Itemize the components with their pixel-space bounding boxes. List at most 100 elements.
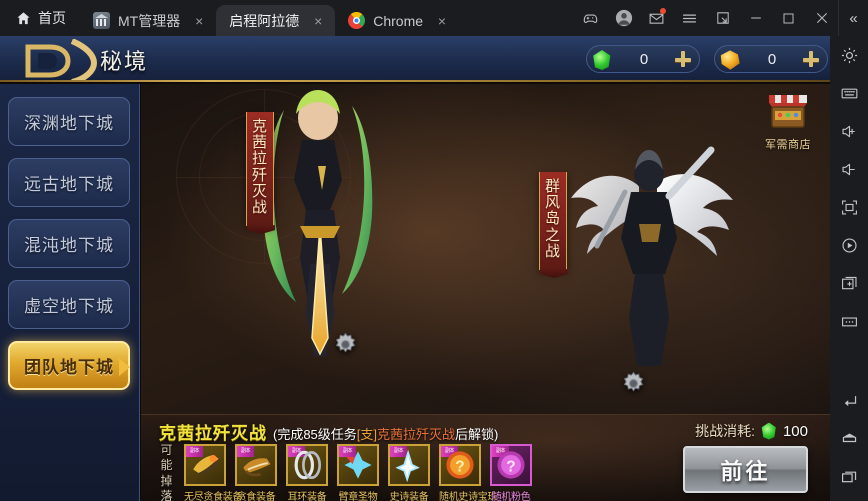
mail-badge: [660, 8, 666, 14]
boss-art-kexila: [256, 88, 384, 360]
more-options-icon[interactable]: [830, 302, 868, 340]
drop-item[interactable]: 副本 无尽贪食装备: [184, 444, 243, 501]
map-node-gear-right[interactable]: [621, 371, 646, 396]
mail-icon[interactable]: [640, 0, 673, 36]
add-gem-button[interactable]: [671, 47, 695, 71]
item-icon-greed-gear[interactable]: 副本: [235, 444, 277, 487]
sidebar-item-raid[interactable]: 团队地下城: [8, 341, 130, 390]
minimize-icon[interactable]: [739, 0, 772, 36]
page-title: 秘境: [100, 49, 149, 74]
home-tab-button[interactable]: 首页: [0, 0, 80, 36]
gem-icon: [761, 422, 776, 440]
sidebar-item-chaos[interactable]: 混沌地下城: [8, 219, 130, 268]
drop-item[interactable]: 副本 臂章圣物: [337, 444, 379, 501]
cost-value: 100: [782, 422, 808, 440]
drop-item[interactable]: 副本 贪食装备: [235, 444, 277, 501]
item-name: 贪食装备: [236, 492, 276, 501]
menu-hamburger-icon[interactable]: [673, 0, 706, 36]
add-gold-button[interactable]: [799, 47, 823, 71]
drop-items-list: 副本 无尽贪食装备 副本 贪食装备 副本 耳环装备 副本 臂章圣物 副本 史诗装…: [184, 444, 532, 501]
banner-kexila[interactable]: 克茜拉歼灭战: [246, 112, 274, 227]
drop-item[interactable]: 副本 史诗装备: [388, 444, 430, 501]
boss-art-winged-knight: [561, 126, 751, 368]
item-name: 史诗装备: [389, 492, 429, 501]
mt-manager-icon: [93, 12, 110, 29]
volume-down-icon[interactable]: [830, 150, 868, 188]
gamepad-icon[interactable]: [574, 0, 607, 36]
drop-label: 可能掉落: [160, 443, 173, 501]
home-icon: [16, 11, 31, 26]
keyboard-icon[interactable]: [830, 74, 868, 112]
sidebar-item-label: 深渊地下城: [24, 114, 114, 133]
banner-qunfengdao[interactable]: 群风岛之战: [539, 172, 567, 270]
chrome-icon: [348, 12, 366, 29]
collapse-sidebar-button[interactable]: «: [838, 0, 868, 36]
screen-record-icon[interactable]: [830, 226, 868, 264]
item-icon-random-epic-orb[interactable]: 副本 ?: [439, 444, 481, 487]
tab-close-icon[interactable]: ×: [188, 10, 210, 32]
dungeon-map[interactable]: 克茜拉歼灭战 群风岛之战 军需商店: [141, 84, 830, 414]
drop-item[interactable]: 副本 耳环装备: [286, 444, 328, 501]
tab-close-icon[interactable]: ×: [431, 10, 453, 32]
tab-mt-manager[interactable]: MT管理器 ×: [80, 5, 216, 36]
item-name: 耳环装备: [287, 492, 327, 501]
item-name: 随机粉色: [491, 492, 531, 501]
condition-quest: 克茜拉歼灭战: [377, 427, 456, 442]
fullscreen-icon[interactable]: [830, 188, 868, 226]
gem-currency[interactable]: 0: [586, 45, 700, 73]
svg-text:?: ?: [506, 459, 515, 476]
sidebar-item-ancient[interactable]: 远古地下城: [8, 158, 130, 207]
map-node-gear-left[interactable]: [333, 332, 358, 357]
resize-window-icon[interactable]: [706, 0, 739, 36]
tab-label: MT管理器: [118, 12, 181, 29]
android-back-icon[interactable]: [830, 381, 868, 419]
account-avatar-icon[interactable]: [607, 0, 640, 36]
gold-currency[interactable]: 0: [714, 45, 828, 73]
settings-gear-icon[interactable]: [830, 36, 868, 74]
condition-tag: [支]: [356, 427, 378, 442]
android-recents-icon[interactable]: [830, 457, 868, 495]
item-icon-earring[interactable]: 副本: [286, 444, 328, 487]
emulator-tab-bar: 首页 MT管理器 × 启程阿拉德 × Chrome × «: [0, 0, 868, 501]
sidebar-item-abyss[interactable]: 深渊地下城: [8, 97, 130, 146]
go-button[interactable]: 前往: [683, 446, 808, 493]
tab-chrome[interactable]: Chrome ×: [335, 5, 459, 36]
tab-label: 启程阿拉德: [229, 12, 300, 29]
sidebar-item-void[interactable]: 虚空地下城: [8, 280, 130, 329]
military-shop-button[interactable]: 军需商店: [758, 92, 818, 152]
item-icon-armband-relic[interactable]: 副本: [337, 444, 379, 487]
add-instance-icon[interactable]: [830, 264, 868, 302]
game-viewport[interactable]: 秘境 0 0 深渊地下城 远古地下城 混沌地下城 虚空地下城 团队地下城 克 茜…: [0, 36, 830, 501]
sidebar-item-label: 团队地下城: [24, 358, 114, 377]
gem-icon: [593, 50, 611, 70]
maximize-icon[interactable]: [772, 0, 805, 36]
gold-value: 0: [767, 50, 777, 68]
drop-item[interactable]: 副本 ? 随机粉色: [490, 444, 532, 501]
item-name: 无尽贪食装备: [184, 492, 243, 501]
android-home-icon[interactable]: [830, 419, 868, 457]
dungeon-detail-panel: 克茜拉歼灭战 (完成85级任务[支]克茜拉歼灭战后解锁) 可能掉落 副本 无尽贪…: [141, 414, 830, 501]
item-icon-epic-gear[interactable]: 副本: [388, 444, 430, 487]
tab-game-arad[interactable]: 启程阿拉德 ×: [216, 5, 868, 501]
item-icon-infinite-greed-gear[interactable]: 副本: [184, 444, 226, 487]
system-buttons: «: [574, 0, 868, 36]
unlock-condition: (完成85级任务[支]克茜拉歼灭战后解锁): [273, 424, 498, 443]
emulator-window: 首页 MT管理器 × 启程阿拉德 × Chrome × « 秘境 0 0 深渊地…: [0, 0, 868, 501]
game-header: 秘境 0 0: [0, 36, 830, 85]
tab-close-icon[interactable]: ×: [307, 10, 329, 32]
dungeon-category-sidebar: 深渊地下城 远古地下城 混沌地下城 虚空地下城 团队地下城: [0, 84, 140, 501]
tab-label: Chrome: [373, 12, 424, 29]
close-icon[interactable]: [805, 0, 838, 36]
drop-item[interactable]: 副本 ? 随机史诗宝珠: [439, 444, 498, 501]
gem-value: 0: [639, 50, 649, 68]
svg-text:?: ?: [455, 459, 464, 476]
android-nav-bar: [830, 381, 868, 501]
item-name: 随机史诗宝珠: [439, 492, 498, 501]
volume-up-icon[interactable]: [830, 112, 868, 150]
shop-stall-icon: [765, 95, 811, 134]
selection-arrow-icon: [119, 358, 139, 376]
condition-suffix: 后解锁): [455, 427, 499, 442]
sidebar-item-label: 虚空地下城: [24, 297, 114, 316]
item-icon-random-pink[interactable]: 副本 ?: [490, 444, 532, 487]
condition-prefix: (完成85级任务: [273, 427, 357, 442]
